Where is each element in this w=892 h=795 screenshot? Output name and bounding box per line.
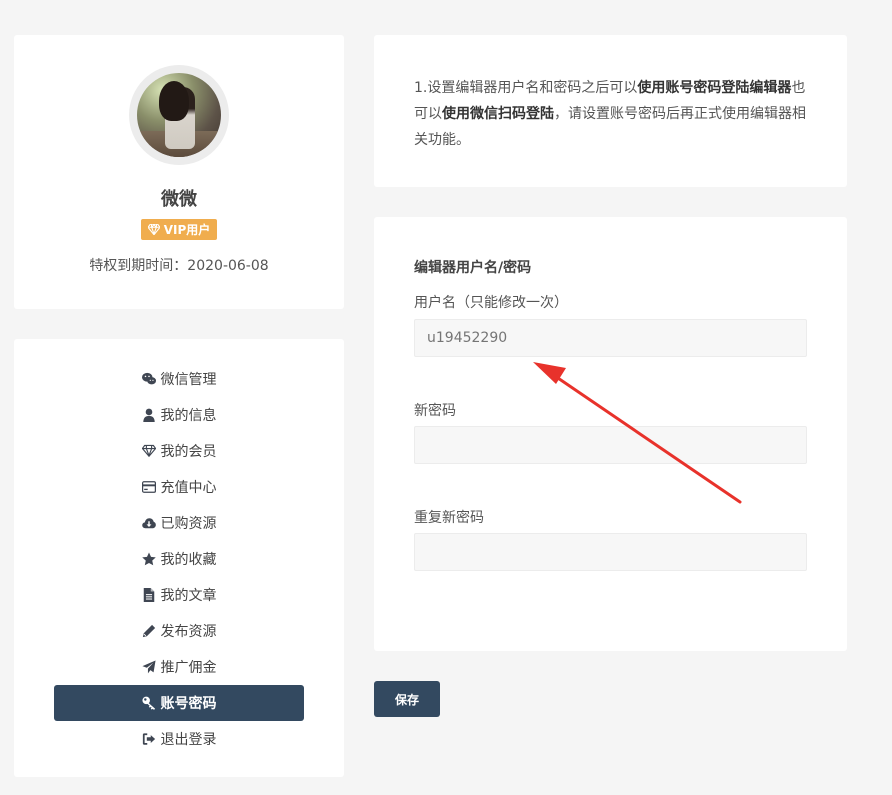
key-icon xyxy=(141,696,155,710)
pencil-icon xyxy=(142,624,155,638)
notice-text-part: 1.设置编辑器用户名和密码之后可以 xyxy=(414,80,638,96)
menu-item-favorites[interactable]: 我的收藏 xyxy=(54,541,304,577)
privilege-expire-text: 特权到期时间：2020-06-08 xyxy=(89,258,269,274)
notice-text: 1.设置编辑器用户名和密码之后可以使用账号密码登陆编辑器也可以使用微信扫码登陆，… xyxy=(414,75,807,153)
menu-item-label: 账号密码 xyxy=(160,696,217,712)
username: 微微 xyxy=(161,189,197,210)
menu-item-label: 我的文章 xyxy=(160,588,217,604)
send-icon xyxy=(141,660,156,674)
repeat-password-label: 重复新密码 xyxy=(414,510,484,526)
menu-item-label: 我的会员 xyxy=(160,444,217,460)
new-password-label: 新密码 xyxy=(414,403,456,419)
menu-item-membership[interactable]: 我的会员 xyxy=(54,433,304,469)
avatar-image xyxy=(137,73,221,157)
menu-item-label: 充值中心 xyxy=(160,480,217,496)
notice-text-bold: 使用微信扫码登陆 xyxy=(442,106,554,122)
menu-item-wechat[interactable]: 微信管理 xyxy=(54,361,304,397)
section-title: 编辑器用户名/密码 xyxy=(414,260,532,276)
account-password-page: 微微 VIP用户 特权到期时间：2020-06-08 微信管理 我的信息 我的会… xyxy=(0,0,892,795)
file-icon xyxy=(143,588,154,602)
diamond-icon xyxy=(147,224,160,235)
user-menu: 微信管理 我的信息 我的会员 充值中心 已购资源 我的收藏 我的文章 发布资源 … xyxy=(14,339,344,777)
save-button[interactable]: 保存 xyxy=(374,681,440,717)
new-password-input[interactable] xyxy=(414,426,807,464)
editor-credentials-form: 编辑器用户名/密码 用户名（只能修改一次） 新密码 重复新密码 xyxy=(374,217,847,651)
menu-item-purchased[interactable]: 已购资源 xyxy=(54,505,304,541)
menu-item-label: 我的收藏 xyxy=(160,552,217,568)
user-icon xyxy=(142,408,155,422)
notice-card: 1.设置编辑器用户名和密码之后可以使用账号密码登陆编辑器也可以使用微信扫码登陆，… xyxy=(374,35,847,187)
menu-item-label: 我的信息 xyxy=(160,408,217,424)
diamond-icon xyxy=(141,444,156,458)
menu-item-label: 微信管理 xyxy=(160,372,217,388)
sign-out-icon xyxy=(142,733,155,745)
menu-item-recharge[interactable]: 充值中心 xyxy=(54,469,304,505)
menu-item-label: 推广佣金 xyxy=(160,660,217,676)
menu-item-my-articles[interactable]: 我的文章 xyxy=(54,577,304,613)
wechat-icon xyxy=(141,372,156,385)
repeat-password-input[interactable] xyxy=(414,533,807,571)
notice-text-bold: 使用账号密码登陆编辑器 xyxy=(637,80,792,96)
profile-card: 微微 VIP用户 特权到期时间：2020-06-08 xyxy=(14,35,344,309)
avatar xyxy=(129,65,229,165)
menu-item-label: 发布资源 xyxy=(160,624,217,640)
menu-item-publish[interactable]: 发布资源 xyxy=(54,613,304,649)
username-input[interactable] xyxy=(414,319,807,357)
username-label: 用户名（只能修改一次） xyxy=(414,295,568,311)
credit-card-icon xyxy=(141,481,156,493)
menu-item-my-info[interactable]: 我的信息 xyxy=(54,397,304,433)
menu-item-label: 已购资源 xyxy=(160,516,217,532)
star-icon xyxy=(141,552,156,566)
menu-item-commission[interactable]: 推广佣金 xyxy=(54,649,304,685)
cloud-download-icon xyxy=(141,518,156,529)
menu-item-label: 退出登录 xyxy=(160,732,217,748)
menu-item-account-password[interactable]: 账号密码 xyxy=(54,685,304,721)
vip-badge: VIP用户 xyxy=(141,219,217,240)
vip-label: VIP用户 xyxy=(163,223,211,237)
menu-item-logout[interactable]: 退出登录 xyxy=(54,721,304,757)
